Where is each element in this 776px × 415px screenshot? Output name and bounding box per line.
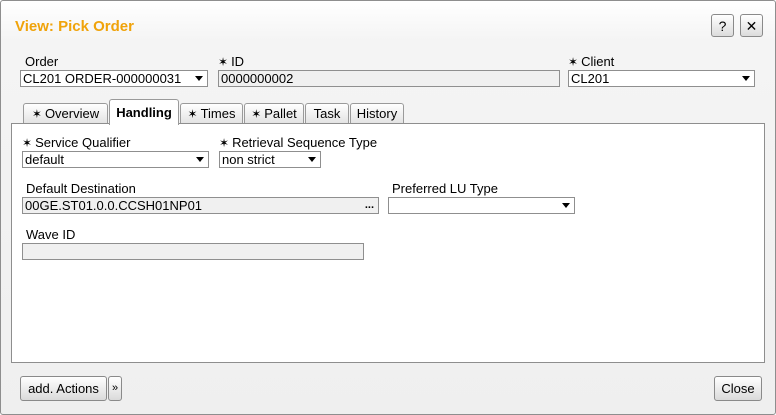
order-label: Order	[25, 54, 59, 69]
add-actions-button[interactable]: add. Actions	[20, 376, 107, 401]
client-value: CL201	[571, 71, 610, 86]
required-icon: ✶	[568, 55, 579, 69]
chevron-down-icon	[195, 76, 203, 81]
double-chevron-icon: »	[111, 382, 119, 394]
service-qualifier-label: ✶ Service Qualifier	[22, 135, 131, 150]
id-value: 0000000002	[221, 71, 294, 86]
order-value: CL201 ORDER-000000031	[23, 71, 182, 86]
wave-id-field[interactable]	[22, 243, 364, 260]
close-icon: ✕	[745, 18, 758, 34]
service-qualifier-value: default	[25, 152, 65, 167]
wave-id-label: Wave ID	[26, 227, 76, 242]
order-select[interactable]: CL201 ORDER-000000031	[20, 70, 208, 87]
tab-task[interactable]: Task	[305, 103, 349, 124]
more-actions-button[interactable]: »	[108, 376, 122, 401]
tab-overview[interactable]: ✶ Overview	[23, 103, 108, 124]
chevron-down-icon	[562, 203, 570, 208]
chevron-down-icon	[308, 157, 316, 162]
chevron-down-icon	[742, 76, 750, 81]
required-icon: ✶	[219, 136, 230, 150]
retrieval-sequence-label: ✶ Retrieval Sequence Type	[219, 135, 378, 150]
dialog-title: View: Pick Order	[15, 18, 134, 35]
required-icon: ✶	[187, 107, 198, 121]
browse-button[interactable]: ...	[365, 198, 374, 213]
default-destination-field[interactable]: 00GE.ST01.0.0.CCSH01NP01 ...	[22, 197, 379, 214]
client-select[interactable]: CL201	[568, 70, 755, 87]
tab-times[interactable]: ✶ Times	[180, 103, 243, 124]
close-button[interactable]: Close	[714, 376, 762, 401]
required-icon: ✶	[251, 107, 262, 121]
tab-history[interactable]: History	[350, 103, 404, 124]
handling-panel: ✶ Service Qualifier default ✶ Retrieval Se…	[11, 123, 765, 363]
pick-order-dialog: View: Pick Order ? ✕ Order CL201 ORDER-0…	[0, 0, 776, 415]
tab-pallet[interactable]: ✶ Pallet	[244, 103, 304, 124]
service-qualifier-select[interactable]: default	[22, 151, 209, 168]
default-destination-value: 00GE.ST01.0.0.CCSH01NP01	[25, 198, 203, 213]
required-icon: ✶	[218, 55, 229, 69]
default-destination-label: Default Destination	[26, 181, 136, 196]
retrieval-sequence-value: non strict	[222, 152, 275, 167]
tab-handling[interactable]: Handling	[109, 99, 179, 125]
id-label: ✶ ID	[218, 54, 245, 69]
chevron-down-icon	[196, 157, 204, 162]
retrieval-sequence-select[interactable]: non strict	[219, 151, 321, 168]
required-icon: ✶	[22, 136, 33, 150]
preferred-lu-type-select[interactable]	[388, 197, 575, 214]
preferred-lu-type-label: Preferred LU Type	[392, 181, 498, 196]
required-icon: ✶	[31, 107, 42, 121]
close-window-button[interactable]: ✕	[740, 14, 763, 37]
client-label: ✶ Client	[568, 54, 615, 69]
help-button[interactable]: ?	[711, 14, 734, 37]
id-field[interactable]: 0000000002	[218, 70, 560, 87]
